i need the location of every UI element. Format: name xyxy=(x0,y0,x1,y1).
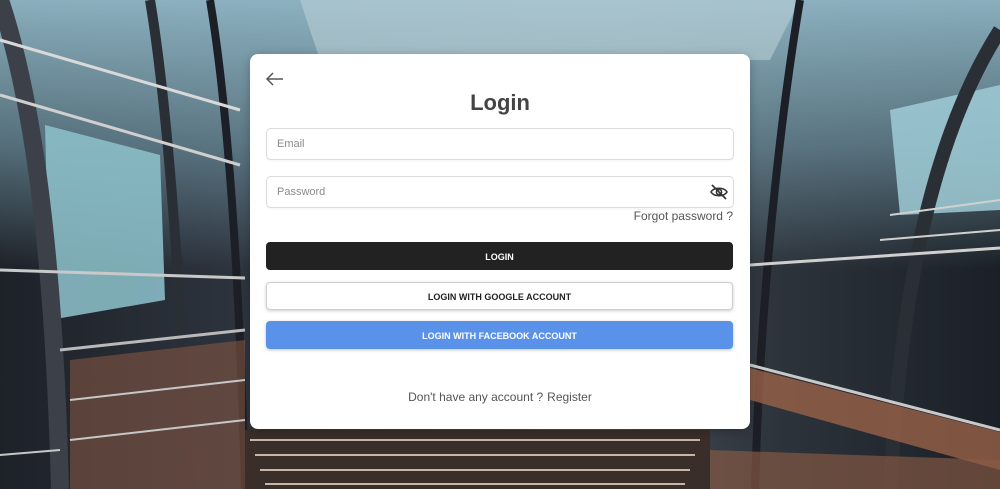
register-prompt-text: Don't have any account ? xyxy=(408,390,544,404)
email-field-container xyxy=(266,128,734,160)
arrow-left-icon xyxy=(265,72,283,86)
login-button[interactable]: LOGIN xyxy=(266,242,733,270)
eye-off-icon xyxy=(710,184,728,200)
google-login-button[interactable]: LOGIN WITH GOOGLE ACCOUNT xyxy=(266,282,733,310)
page-title: Login xyxy=(470,90,530,115)
email-input[interactable] xyxy=(267,129,697,159)
password-visibility-toggle[interactable] xyxy=(709,183,729,201)
password-input[interactable] xyxy=(267,177,697,207)
password-field-container xyxy=(266,176,734,208)
register-prompt: Don't have any account ? Register xyxy=(250,390,750,404)
login-card: Login Forgot password ? LOGIN LOGIN WITH… xyxy=(250,54,750,429)
facebook-login-button[interactable]: LOGIN WITH FACEBOOK ACCOUNT xyxy=(266,321,733,349)
forgot-password-link[interactable]: Forgot password ? xyxy=(634,209,733,223)
register-link[interactable]: Register xyxy=(547,390,592,404)
back-button[interactable] xyxy=(264,69,286,89)
